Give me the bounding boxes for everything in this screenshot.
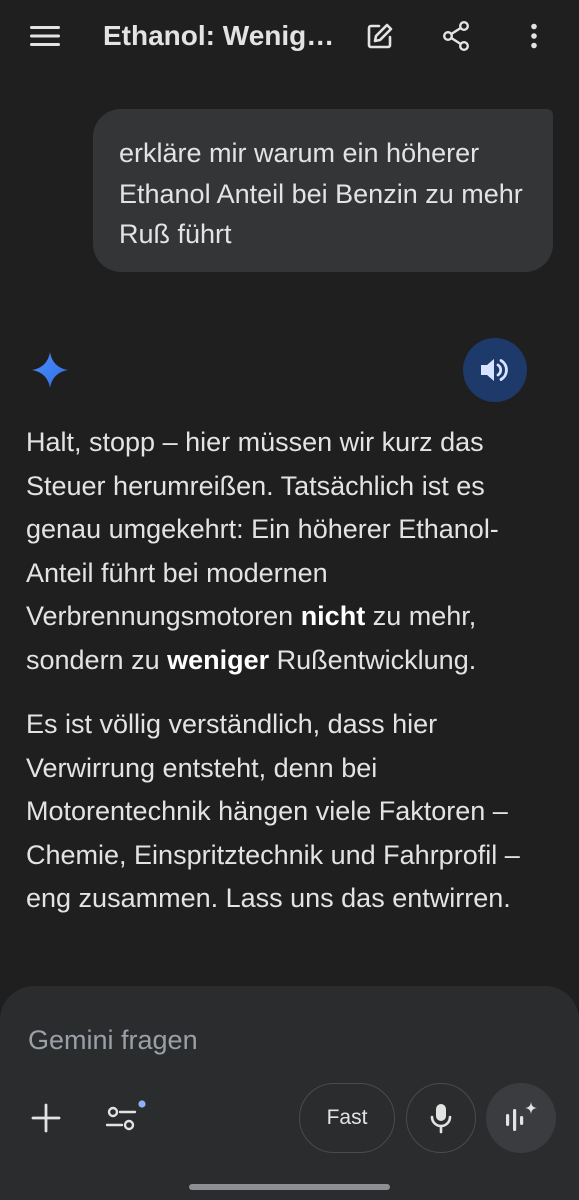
tools-button[interactable] <box>100 1096 148 1140</box>
microphone-button[interactable] <box>406 1083 476 1153</box>
share-button[interactable] <box>434 14 478 58</box>
composer-panel <box>0 986 579 1200</box>
response-bold-text: nicht <box>300 601 366 631</box>
response-paragraph: Halt, stopp – hier müssen wir kurz das S… <box>26 421 556 682</box>
more-options-button[interactable] <box>512 14 556 58</box>
hamburger-menu-icon <box>30 26 60 46</box>
model-response: Halt, stopp – hier müssen wir kurz das S… <box>26 421 556 942</box>
prompt-input[interactable]: Gemini fragen <box>28 1020 528 1060</box>
more-vert-icon <box>531 23 537 49</box>
gemini-live-button[interactable] <box>486 1083 556 1153</box>
response-text: Rußentwicklung. <box>269 644 477 675</box>
share-icon <box>443 21 470 51</box>
new-chat-button[interactable] <box>358 14 402 58</box>
tools-sliders-icon <box>105 1100 146 1131</box>
chat-title[interactable]: Ethanol: Weniger Ruß statt mehr <box>103 18 335 54</box>
new-chat-edit-icon <box>367 23 393 49</box>
speaker-icon <box>481 359 508 381</box>
add-attachment-button[interactable] <box>24 1096 68 1140</box>
top-app-bar: Ethanol: Weniger Ruß statt mehr <box>0 0 579 72</box>
home-indicator[interactable] <box>189 1184 390 1190</box>
gemini-sparkle-icon <box>32 352 68 388</box>
response-bold-text: weniger <box>167 644 270 675</box>
plus-icon <box>31 1103 61 1133</box>
menu-button[interactable] <box>22 14 68 58</box>
gemini-live-icon <box>506 1102 537 1131</box>
response-paragraph: Es ist völlig verständlich, dass hier Ve… <box>26 709 520 913</box>
microphone-icon <box>430 1104 452 1134</box>
model-mode-button[interactable]: Fast <box>299 1083 395 1153</box>
user-message-bubble[interactable]: erkläre mir warum ein höherer Ethanol An… <box>93 109 553 272</box>
read-aloud-button[interactable] <box>463 338 527 402</box>
